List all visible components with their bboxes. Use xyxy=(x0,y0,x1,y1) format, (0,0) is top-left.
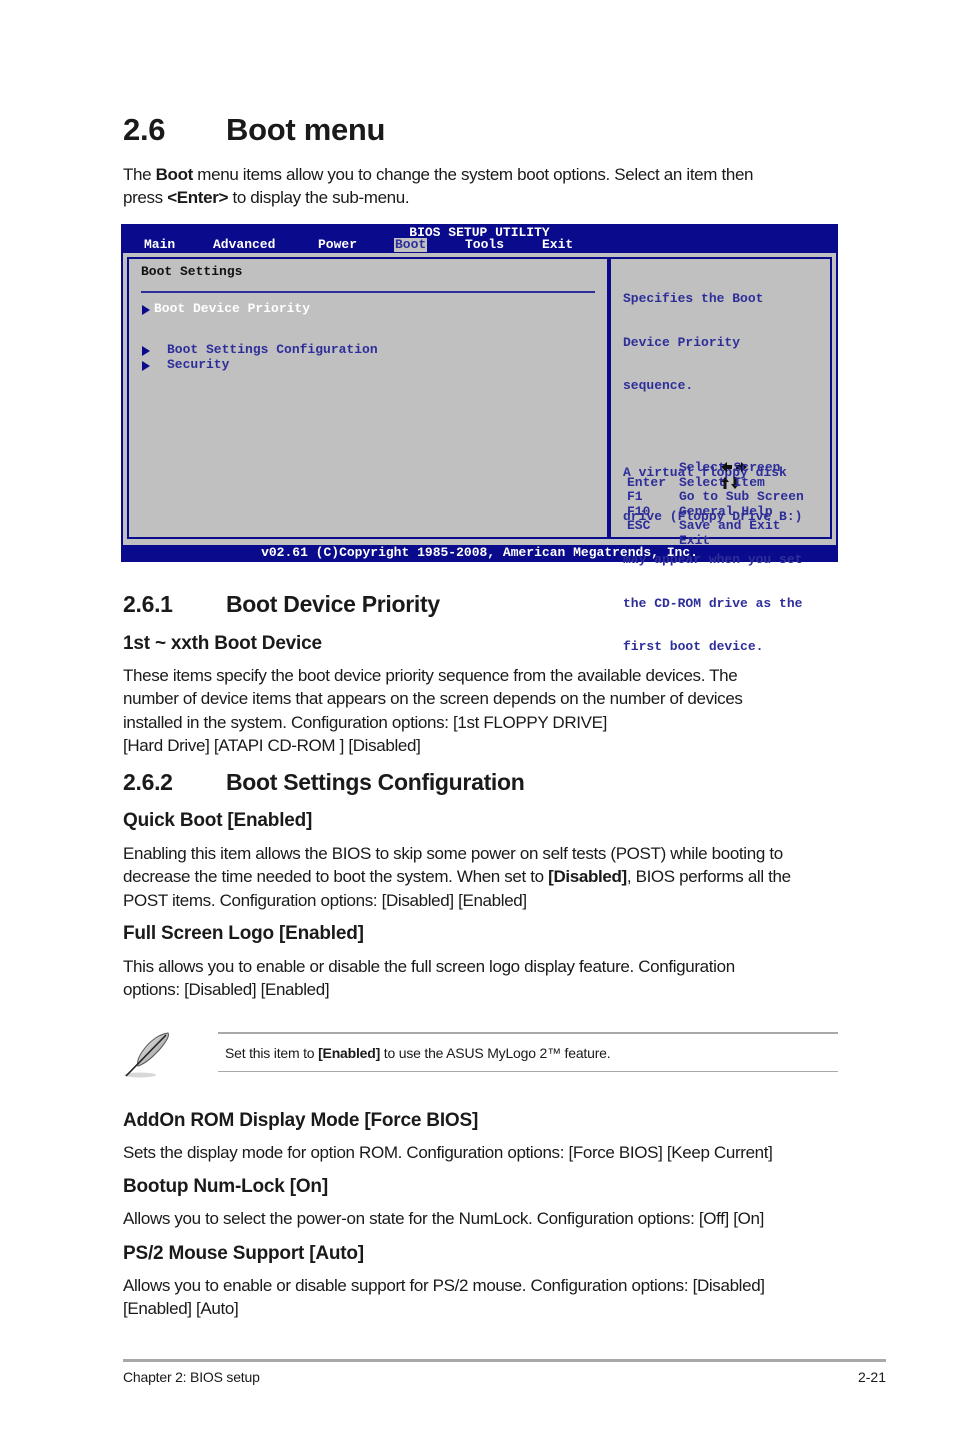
intro-bold-enter: <Enter> xyxy=(167,188,229,208)
key-row: F1 General Help xyxy=(627,476,773,518)
paragraph-line: This allows you to enable or disable the… xyxy=(123,957,735,976)
footer-rule xyxy=(123,1359,886,1362)
paragraph-line: number of device items that appears on t… xyxy=(123,689,743,709)
subsection-number: 2.6.1 xyxy=(123,591,173,617)
section-title-text: Boot menu xyxy=(226,112,386,147)
help-line: first boot device. xyxy=(623,639,764,654)
paragraph-line: installed in the system. Configuration o… xyxy=(123,712,607,732)
key-name: ESC xyxy=(627,518,651,533)
bios-main-panel: Boot Settings Boot Device Priority Boot … xyxy=(127,257,609,539)
key-row: Select Item xyxy=(627,447,765,489)
bios-tab-boot[interactable]: Boot xyxy=(394,238,428,252)
subsection-title-text: Boot Settings Configuration xyxy=(226,769,525,795)
note-text: Set this item to [Enabled] to use the AS… xyxy=(225,1045,611,1061)
paragraph-text: decrease the time needed to boot the sys… xyxy=(123,867,549,887)
bios-tab-main[interactable]: Main xyxy=(143,238,176,252)
help-line: the CD-ROM drive as the xyxy=(623,595,803,611)
bios-screen: BIOS SETUP UTILITY Main Advanced Power B… xyxy=(121,224,838,654)
item-heading-quick-boot: Quick Boot [Enabled] xyxy=(123,810,313,831)
intro-text: menu items allow you to change the syste… xyxy=(192,165,754,184)
help-line: Device Priority xyxy=(623,334,741,350)
subsection-title-2-6-1: 2.6.1 Boot Device Priority xyxy=(123,591,440,618)
subsection-title-2-6-2: 2.6.2 Boot Settings Configuration xyxy=(123,769,525,796)
bios-tab-tools[interactable]: Tools xyxy=(464,238,505,252)
bios-tab-bar: Main Advanced Power Boot Tools Exit xyxy=(121,238,838,252)
bios-divider xyxy=(141,291,595,293)
paragraph-line: [Enabled] [Auto] xyxy=(123,1299,239,1319)
key-row: Enter Go to Sub Screen xyxy=(627,461,804,504)
bios-item-boot-device-priority[interactable]: Boot Device Priority xyxy=(154,301,310,317)
paragraph-bold: [Disabled] xyxy=(548,867,627,887)
bios-body: Boot Settings Boot Device Priority Boot … xyxy=(123,253,836,654)
submenu-arrow-icon xyxy=(142,305,150,315)
footer-page-number: 2-21 xyxy=(857,1369,886,1385)
paragraph-line: These items specify the boot device prio… xyxy=(123,666,738,685)
help-line: Specifies the Boot xyxy=(623,291,764,306)
intro-text: to display the sub-menu. xyxy=(228,188,410,208)
key-row: ESC Exit xyxy=(627,505,710,547)
intro-text: The xyxy=(123,165,156,184)
key-row: Select Screen xyxy=(627,432,780,474)
bios-item-security[interactable]: Security xyxy=(167,357,229,373)
submenu-arrow-icon xyxy=(142,361,150,371)
intro-text: press xyxy=(123,188,168,208)
bios-tab-exit[interactable]: Exit xyxy=(541,238,574,252)
section-title: 2.6 Boot menu xyxy=(123,112,385,148)
note-bold: [Enabled] xyxy=(318,1045,381,1061)
bios-copyright-footer: v02.61 (C)Copyright 1985-2008, American … xyxy=(261,545,698,560)
paragraph-line: [Hard Drive] [ATAPI CD-ROM ] [Disabled] xyxy=(123,735,421,755)
addon-rom-paragraph: Sets the display mode for option ROM. Co… xyxy=(123,1143,773,1162)
quick-boot-paragraph: Enabling this item allows the BIOS to sk… xyxy=(123,842,843,912)
paragraph-line: options: [Disabled] [Enabled] xyxy=(123,980,330,1000)
item-heading-boot-device: 1st ~ xxth Boot Device xyxy=(123,633,322,654)
full-screen-logo-paragraph: This allows you to enable or disable the… xyxy=(123,955,843,1002)
bios-item-boot-settings-configuration[interactable]: Boot Settings Configuration xyxy=(167,342,378,358)
boot-device-paragraph: These items specify the boot device prio… xyxy=(123,664,843,757)
paragraph-line: Enabling this item allows the BIOS to sk… xyxy=(123,844,783,863)
subsection-title-text: Boot Device Priority xyxy=(226,591,440,617)
note-text-part: to use the ASUS MyLogo 2™ feature. xyxy=(380,1045,611,1061)
bios-help-panel: Specifies the Boot Device Priority seque… xyxy=(609,257,832,654)
note-top-rule xyxy=(218,1032,838,1034)
item-heading-addon-rom: AddOn ROM Display Mode [Force BIOS] xyxy=(123,1110,479,1131)
bios-tab-advanced[interactable]: Advanced xyxy=(212,238,276,252)
subsection-number: 2.6.2 xyxy=(123,769,173,795)
intro-paragraph: The Boot menu items allow you to change … xyxy=(123,163,843,210)
item-heading-numlock: Bootup Num-Lock [On] xyxy=(123,1176,328,1197)
item-heading-ps2-mouse: PS/2 Mouse Support [Auto] xyxy=(123,1243,364,1264)
paragraph-text: , BIOS performs all the xyxy=(626,867,791,887)
paragraph-line: POST items. Configuration options: [Disa… xyxy=(123,890,527,910)
bios-panel-heading: Boot Settings xyxy=(141,264,243,279)
note-text-part: Set this item to xyxy=(225,1045,319,1061)
feather-pen-icon xyxy=(120,1030,174,1080)
bios-key-legend: Select Screen Select Item Enter Go to Su… xyxy=(627,432,804,547)
footer-chapter: Chapter 2: BIOS setup xyxy=(123,1369,260,1385)
bios-tab-power[interactable]: Power xyxy=(317,238,358,252)
paragraph-line: Allows you to enable or disable support … xyxy=(123,1276,765,1295)
intro-bold-boot: Boot xyxy=(155,165,194,184)
key-row: F10 Save and Exit xyxy=(627,490,780,533)
item-heading-full-screen-logo: Full Screen Logo [Enabled] xyxy=(123,923,364,944)
paragraph-line: decrease the time needed to boot the sys… xyxy=(123,865,843,888)
help-line: sequence. xyxy=(623,378,694,393)
ps2-mouse-paragraph: Allows you to enable or disable support … xyxy=(123,1274,883,1321)
numlock-paragraph: Allows you to select the power-on state … xyxy=(123,1209,764,1228)
note-bottom-rule xyxy=(218,1071,838,1072)
section-number: 2.6 xyxy=(123,112,166,147)
submenu-arrow-icon xyxy=(142,346,150,356)
